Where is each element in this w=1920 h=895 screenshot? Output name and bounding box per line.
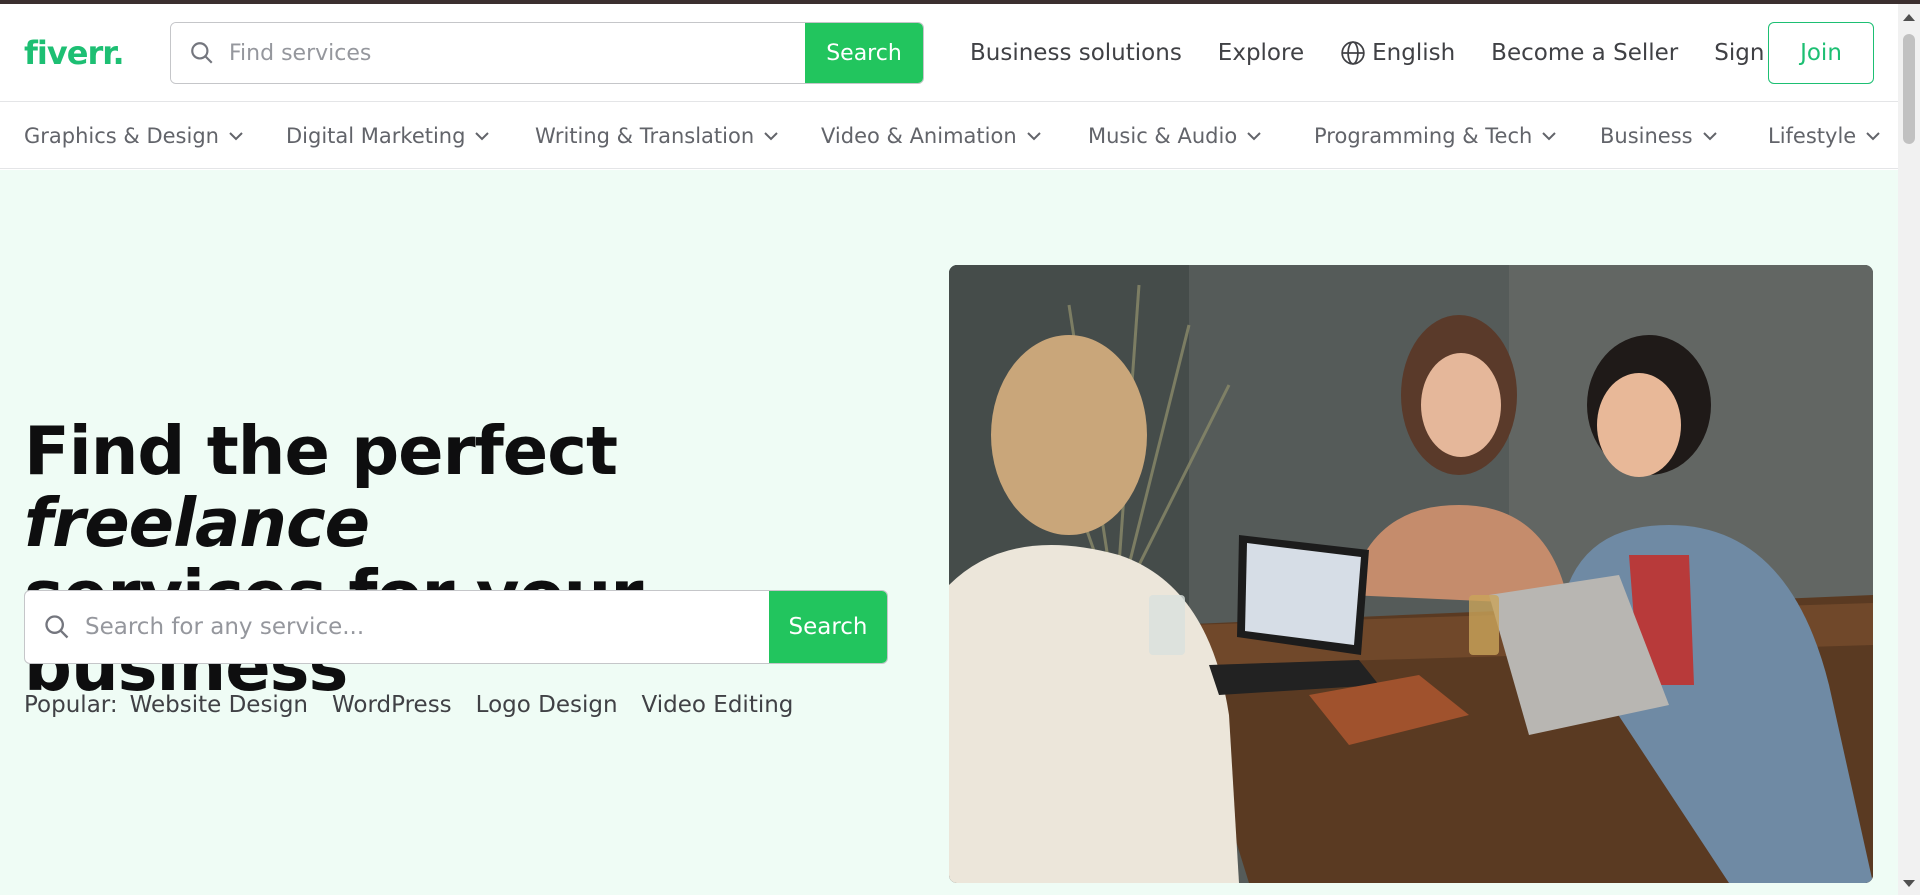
- page-scrollbar[interactable]: [1898, 4, 1920, 895]
- hero-photo-illustration: [949, 265, 1873, 883]
- popular-tag-website-design[interactable]: Website Design: [130, 692, 308, 718]
- explore-link[interactable]: Explore: [1218, 40, 1304, 66]
- chevron-down-icon: [1702, 132, 1717, 141]
- search-icon: [45, 615, 69, 639]
- chevron-down-icon: [1247, 132, 1261, 141]
- category-lifestyle[interactable]: Lifestyle: [1768, 103, 1880, 169]
- join-button[interactable]: Join: [1768, 22, 1874, 84]
- popular-tag-video-editing[interactable]: Video Editing: [642, 692, 794, 718]
- chevron-down-icon: [229, 132, 243, 141]
- header-search-bar: Search: [170, 22, 924, 84]
- chevron-down-icon: [1542, 132, 1557, 141]
- scroll-up-arrow-icon[interactable]: [1903, 14, 1915, 21]
- language-label: English: [1372, 40, 1456, 66]
- hero-section: Find the perfect freelanceservices for y…: [0, 170, 1898, 895]
- business-solutions-link[interactable]: Business solutions: [970, 40, 1182, 66]
- hero-search-field[interactable]: [25, 591, 769, 663]
- header-nav: Business solutions Explore English Becom…: [970, 22, 1829, 84]
- category-business[interactable]: Business: [1600, 103, 1717, 169]
- chevron-down-icon: [1026, 132, 1041, 141]
- scrollbar-thumb[interactable]: [1903, 34, 1915, 144]
- category-programming-tech[interactable]: Programming & Tech: [1314, 103, 1557, 169]
- chevron-down-icon: [1866, 132, 1880, 141]
- hero-search-button[interactable]: Search: [769, 591, 887, 663]
- hero-search-bar: Search: [24, 590, 888, 664]
- category-label: Programming & Tech: [1314, 124, 1533, 148]
- category-label: Writing & Translation: [535, 124, 755, 148]
- search-icon: [191, 42, 213, 64]
- category-label: Lifestyle: [1768, 124, 1857, 148]
- category-label: Business: [1600, 124, 1693, 148]
- header-search-button[interactable]: Search: [805, 23, 923, 83]
- popular-label: Popular:: [24, 692, 118, 718]
- category-graphics-design[interactable]: Graphics & Design: [24, 103, 243, 169]
- popular-tag-wordpress[interactable]: WordPress: [332, 692, 452, 718]
- site-header: fiverr. Search Business solutions Explor…: [0, 4, 1898, 102]
- category-label: Graphics & Design: [24, 124, 219, 148]
- fiverr-logo[interactable]: fiverr.: [24, 34, 125, 72]
- category-writing-translation[interactable]: Writing & Translation: [535, 103, 778, 169]
- category-label: Music & Audio: [1088, 124, 1238, 148]
- chevron-down-icon: [475, 132, 490, 141]
- header-search-field[interactable]: [171, 23, 805, 83]
- hero-photo: [949, 265, 1873, 883]
- popular-tag-logo-design[interactable]: Logo Design: [476, 692, 618, 718]
- chevron-down-icon: [764, 132, 778, 141]
- become-seller-link[interactable]: Become a Seller: [1491, 40, 1678, 66]
- header-search-input[interactable]: [229, 40, 729, 66]
- scroll-down-arrow-icon[interactable]: [1903, 880, 1915, 887]
- category-label: Video & Animation: [821, 124, 1017, 148]
- category-digital-marketing[interactable]: Digital Marketing: [286, 103, 490, 169]
- hero-search-input[interactable]: [85, 614, 705, 640]
- category-video-animation[interactable]: Video & Animation: [821, 103, 1041, 169]
- globe-icon: [1341, 41, 1365, 65]
- popular-searches: Popular: Website Design WordPress Logo D…: [24, 692, 817, 718]
- category-label: Digital Marketing: [286, 124, 466, 148]
- category-music-audio[interactable]: Music & Audio: [1088, 103, 1261, 169]
- language-selector[interactable]: English: [1340, 40, 1455, 66]
- category-menu: Graphics & Design Digital Marketing Writ…: [0, 103, 1898, 169]
